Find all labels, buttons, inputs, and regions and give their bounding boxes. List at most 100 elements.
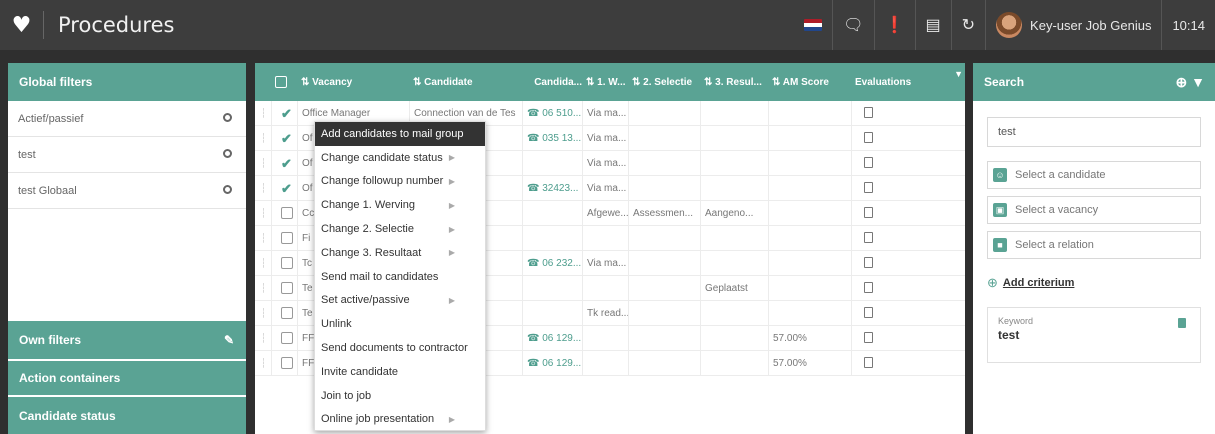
app-logo-icon[interactable]: ♥ xyxy=(0,11,44,39)
context-menu-item[interactable]: Set active/passive ▶ xyxy=(315,289,485,313)
pencil-icon[interactable]: ✎ xyxy=(224,333,234,347)
refresh-icon[interactable]: ↻ xyxy=(950,0,985,50)
drag-handle-icon[interactable]: ┆ xyxy=(255,151,271,176)
document-icon[interactable] xyxy=(864,331,873,343)
drag-handle-icon[interactable]: ┆ xyxy=(255,126,271,151)
select-vacancy-field[interactable]: ▣ Select a vacancy xyxy=(987,196,1201,224)
row-checkbox[interactable] xyxy=(271,200,297,226)
global-filter-item[interactable]: test Globaal xyxy=(8,173,246,209)
context-menu-item[interactable]: Add candidates to mail group xyxy=(315,122,485,146)
column-header-candidate[interactable]: ⇅ Candidate xyxy=(409,77,522,88)
context-menu-item[interactable]: Join to job xyxy=(315,384,485,408)
document-icon[interactable] xyxy=(864,256,873,268)
search-input[interactable]: test xyxy=(987,117,1201,147)
context-menu-item[interactable]: Online job presentation ▶ xyxy=(315,408,485,432)
row-checkbox[interactable] xyxy=(271,225,297,251)
select-all-checkbox[interactable] xyxy=(271,76,297,88)
cell-werving: Via ma... xyxy=(582,250,628,276)
global-filter-item[interactable]: Actief/passief xyxy=(8,101,246,137)
document-icon[interactable] xyxy=(864,231,873,243)
document-icon[interactable] xyxy=(864,306,873,318)
plus-icon: ⊕ xyxy=(987,275,998,290)
trash-icon[interactable] xyxy=(1178,318,1186,328)
global-filter-item[interactable]: test xyxy=(8,137,246,173)
column-header-werving[interactable]: ⇅ 1. W... xyxy=(582,77,628,88)
drag-handle-icon[interactable]: ┆ xyxy=(255,326,271,351)
drag-handle-icon[interactable]: ┆ xyxy=(255,351,271,376)
row-checkbox[interactable]: ✔ xyxy=(271,125,297,151)
column-header-evaluations[interactable]: Evaluations xyxy=(851,77,941,88)
drag-handle-icon[interactable]: ┆ xyxy=(255,251,271,276)
document-icon[interactable] xyxy=(864,106,873,118)
row-checkbox[interactable] xyxy=(271,300,297,326)
document-icon xyxy=(851,225,941,251)
context-menu: Add candidates to mail group Change candi… xyxy=(314,121,486,431)
keyword-label: Keyword xyxy=(998,316,1034,326)
filter-icon[interactable]: ▼ xyxy=(954,69,963,79)
search-panel: Search ⊕ ▼ test ☺ Select a candidate ▣ S… xyxy=(973,63,1215,434)
row-checkbox[interactable] xyxy=(271,350,297,376)
column-header-resultaat[interactable]: ⇅ 3. Resul... xyxy=(700,77,768,88)
drag-handle-icon[interactable]: ┆ xyxy=(255,301,271,326)
row-checkbox[interactable]: ✔ xyxy=(271,150,297,176)
own-filters-header[interactable]: Own filters ✎ xyxy=(8,321,246,359)
cell-phone xyxy=(522,225,582,251)
cell-am-score: 57.00% xyxy=(768,350,851,376)
drag-handle-icon[interactable]: ┆ xyxy=(255,226,271,251)
document-icon[interactable] xyxy=(864,206,873,218)
alert-icon[interactable]: ❗ xyxy=(873,0,915,50)
context-menu-item[interactable]: Invite candidate xyxy=(315,360,485,384)
chat-icon[interactable]: 🗨 xyxy=(832,0,873,50)
context-menu-item[interactable]: Send documents to contractor xyxy=(315,336,485,360)
context-menu-item[interactable]: Change candidate status ▶ xyxy=(315,146,485,170)
context-menu-item[interactable]: Unlink xyxy=(315,312,485,336)
column-header-vacancy[interactable]: ⇅ Vacancy xyxy=(297,77,409,88)
document-icon[interactable] xyxy=(864,181,873,193)
phone-icon: ☎ xyxy=(527,132,543,144)
row-checkbox[interactable] xyxy=(271,325,297,351)
column-header-am-score[interactable]: ⇅ AM Score xyxy=(768,77,851,88)
select-candidate-field[interactable]: ☺ Select a candidate xyxy=(987,161,1201,189)
cell-resultaat xyxy=(700,325,768,351)
notes-icon[interactable]: ▤ xyxy=(914,0,951,50)
submenu-arrow-icon: ▶ xyxy=(448,248,455,258)
row-checkbox[interactable] xyxy=(271,275,297,301)
row-checkbox[interactable]: ✔ xyxy=(271,175,297,201)
context-menu-item[interactable]: Change 2. Selectie ▶ xyxy=(315,217,485,241)
cell-selectie xyxy=(628,275,700,301)
context-menu-item[interactable]: Send mail to candidates xyxy=(315,265,485,289)
drag-handle-icon[interactable]: ┆ xyxy=(255,201,271,226)
column-header-selectie[interactable]: ⇅ 2. Selectie xyxy=(628,77,700,88)
add-criterium-link[interactable]: ⊕ Add criterium xyxy=(987,275,1074,291)
drag-handle-icon[interactable]: ┆ xyxy=(255,101,271,126)
language-flag-icon[interactable] xyxy=(794,0,832,50)
search-title: Search xyxy=(984,75,1025,89)
context-menu-item[interactable]: Change 1. Werving ▶ xyxy=(315,193,485,217)
action-containers-header[interactable]: Action containers xyxy=(8,361,246,395)
row-checkbox[interactable]: ✔ xyxy=(271,100,297,126)
document-icon xyxy=(851,300,941,326)
candidate-status-header[interactable]: Candidate status xyxy=(8,397,246,434)
cell-resultaat xyxy=(700,300,768,326)
add-filter-icons[interactable]: ⊕ ▼ xyxy=(1176,74,1205,91)
select-relation-field[interactable]: ■ Select a relation xyxy=(987,231,1201,259)
cell-selectie xyxy=(628,100,700,126)
phone-icon: ☎ xyxy=(527,257,543,269)
document-icon[interactable] xyxy=(864,156,873,168)
column-header-candidate-phone[interactable]: Candida... xyxy=(522,77,582,88)
drag-handle-icon[interactable]: ┆ xyxy=(255,176,271,201)
document-icon[interactable] xyxy=(864,281,873,293)
document-icon[interactable] xyxy=(864,356,873,368)
row-checkbox[interactable] xyxy=(271,250,297,276)
cell-am-score xyxy=(768,250,851,276)
cell-phone: ☎ 06 129... xyxy=(522,350,582,376)
drag-handle-icon[interactable]: ┆ xyxy=(255,276,271,301)
context-menu-item[interactable]: Change followup number ▶ xyxy=(315,170,485,194)
cell-selectie: Assessmen... xyxy=(628,200,700,226)
cell-selectie xyxy=(628,350,700,376)
document-icon[interactable] xyxy=(864,131,873,143)
cell-am-score xyxy=(768,175,851,201)
clock: 10:14 xyxy=(1161,0,1215,50)
context-menu-item[interactable]: Change 3. Resultaat ▶ xyxy=(315,241,485,265)
user-menu[interactable]: Key-user Job Genius xyxy=(985,0,1161,50)
